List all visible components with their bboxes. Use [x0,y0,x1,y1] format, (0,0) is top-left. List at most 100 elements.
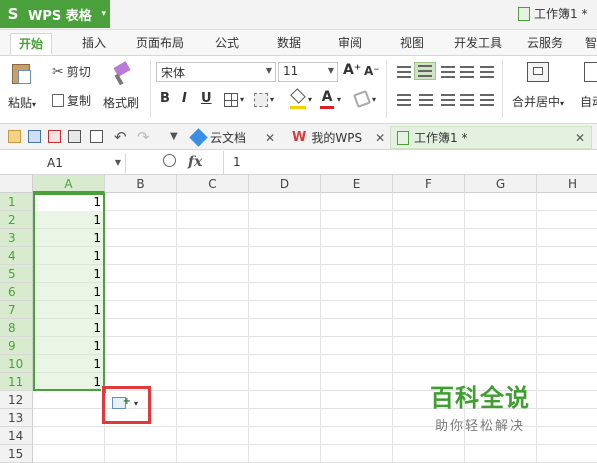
grow-font-button[interactable]: A⁺ [343,62,361,78]
cut-button[interactable]: ✂ 剪切 [52,63,91,80]
column-header-g[interactable]: G [465,175,537,193]
undo-icon[interactable]: ↶ [114,128,127,146]
cell-a4[interactable]: 1 [33,247,105,265]
column-header-b[interactable]: B [105,175,177,193]
app-menu-button[interactable]: S WPS 表格 ▾ [0,0,110,28]
fx-button[interactable]: fx [188,154,202,170]
row-header-11[interactable]: 11 [0,373,33,391]
tab-cloud-service[interactable]: 云服务 [527,34,563,56]
row-header-1[interactable]: 1 [0,193,33,211]
formula-input[interactable]: 1 [233,155,241,169]
wps-logo-icon: S [7,5,19,23]
chevron-down-icon[interactable]: ▾ [337,95,341,104]
close-icon[interactable]: ✕ [265,131,275,145]
underline-button[interactable]: U [201,91,212,106]
column-header-f[interactable]: F [393,175,465,193]
copy-button[interactable]: 复制 [52,92,91,109]
auto-wrap-button[interactable]: 自动 [580,62,597,110]
italic-button[interactable]: I [182,91,187,106]
doc-tab-workbook[interactable]: 工作簿1 * ✕ [390,126,592,149]
export-pdf-icon[interactable] [48,130,61,143]
border-icon[interactable] [224,93,238,107]
font-name-select[interactable]: 宋体 ▼ [156,62,276,82]
decrease-indent-icon[interactable] [460,66,474,78]
zoom-search-icon[interactable] [163,154,176,167]
align-right-icon[interactable] [441,94,455,106]
shrink-font-button[interactable]: A⁻ [364,64,380,78]
open-folder-icon[interactable] [8,130,21,143]
row-header-13[interactable]: 13 [0,409,33,427]
align-center-icon[interactable] [419,94,433,106]
tab-insert[interactable]: 插入 [82,34,106,56]
select-all-corner[interactable] [0,175,33,193]
align-bottom-icon[interactable] [441,66,455,78]
row-header-2[interactable]: 2 [0,211,33,229]
font-size-select[interactable]: 11 ▼ [278,62,338,82]
tab-formulas[interactable]: 公式 [215,34,239,56]
eraser-icon[interactable] [353,90,371,108]
doc-tab-mywps[interactable]: W 我的WPS ✕ [292,126,385,149]
auto-fill-options-button[interactable]: ▾ [102,386,151,424]
justify-icon[interactable] [460,94,474,106]
tab-data[interactable]: 数据 [277,34,301,56]
cell-a8[interactable]: 1 [33,319,105,337]
row-header-7[interactable]: 7 [0,301,33,319]
row-header-12[interactable]: 12 [0,391,33,409]
chevron-down-icon[interactable]: ▾ [308,95,312,104]
cell-a2[interactable]: 1 [33,211,105,229]
print-icon[interactable] [68,130,81,143]
font-color-button[interactable]: A [320,89,334,109]
redo-icon[interactable]: ↷ [137,128,150,146]
row-header-4[interactable]: 4 [0,247,33,265]
row-header-8[interactable]: 8 [0,319,33,337]
chevron-down-icon[interactable]: ▼ [170,131,178,142]
cell-a5[interactable]: 1 [33,265,105,283]
column-header-d[interactable]: D [249,175,321,193]
cell-a6[interactable]: 1 [33,283,105,301]
column-header-a[interactable]: A [33,175,105,193]
cell-a7[interactable]: 1 [33,301,105,319]
row-header-3[interactable]: 3 [0,229,33,247]
tab-start[interactable]: 开始 [10,33,53,55]
cell-fill-pattern-icon[interactable] [254,93,268,107]
row-header-15[interactable]: 15 [0,445,33,463]
row-header-9[interactable]: 9 [0,337,33,355]
row-header-14[interactable]: 14 [0,427,33,445]
tab-smart[interactable]: 智 [585,34,597,56]
bold-button[interactable]: B [160,91,170,106]
distributed-align-icon[interactable] [480,94,494,106]
fill-color-button[interactable] [290,88,306,109]
print-preview-icon[interactable] [90,130,103,143]
cell-a1[interactable]: 1 [33,193,105,211]
doc-tab-cloud[interactable]: 云文档 ✕ [189,126,275,149]
save-icon[interactable] [28,130,41,143]
column-header-h[interactable]: H [537,175,597,193]
chevron-down-icon[interactable]: ▾ [240,95,244,104]
column-header-e[interactable]: E [321,175,393,193]
increase-indent-icon[interactable] [480,66,494,78]
cell-a11[interactable]: 1 [33,373,105,391]
align-left-icon[interactable] [397,94,411,106]
chevron-down-icon[interactable]: ▾ [372,95,376,104]
tab-page-layout[interactable]: 页面布局 [136,34,184,56]
align-top-icon[interactable] [397,66,411,78]
cell-a3[interactable]: 1 [33,229,105,247]
name-box[interactable]: A1 ▼ [0,153,126,173]
chevron-down-icon[interactable]: ▾ [270,95,274,104]
row-header-6[interactable]: 6 [0,283,33,301]
column-header-c[interactable]: C [177,175,249,193]
close-icon[interactable]: ✕ [375,131,385,145]
tab-review[interactable]: 审阅 [338,34,362,56]
close-icon[interactable]: ✕ [575,131,585,145]
tab-developer[interactable]: 开发工具 [454,34,502,56]
cell-a9[interactable]: 1 [33,337,105,355]
ribbon-divider [150,60,151,118]
merge-center-button[interactable]: 合并居中▾ [512,62,564,110]
tab-view[interactable]: 视图 [400,34,424,56]
align-middle-button[interactable] [414,62,436,80]
paste-button[interactable]: 粘贴▾ [8,62,36,111]
format-painter-button[interactable]: 格式刷 [103,61,139,111]
row-header-10[interactable]: 10 [0,355,33,373]
cell-a10[interactable]: 1 [33,355,105,373]
row-header-5[interactable]: 5 [0,265,33,283]
